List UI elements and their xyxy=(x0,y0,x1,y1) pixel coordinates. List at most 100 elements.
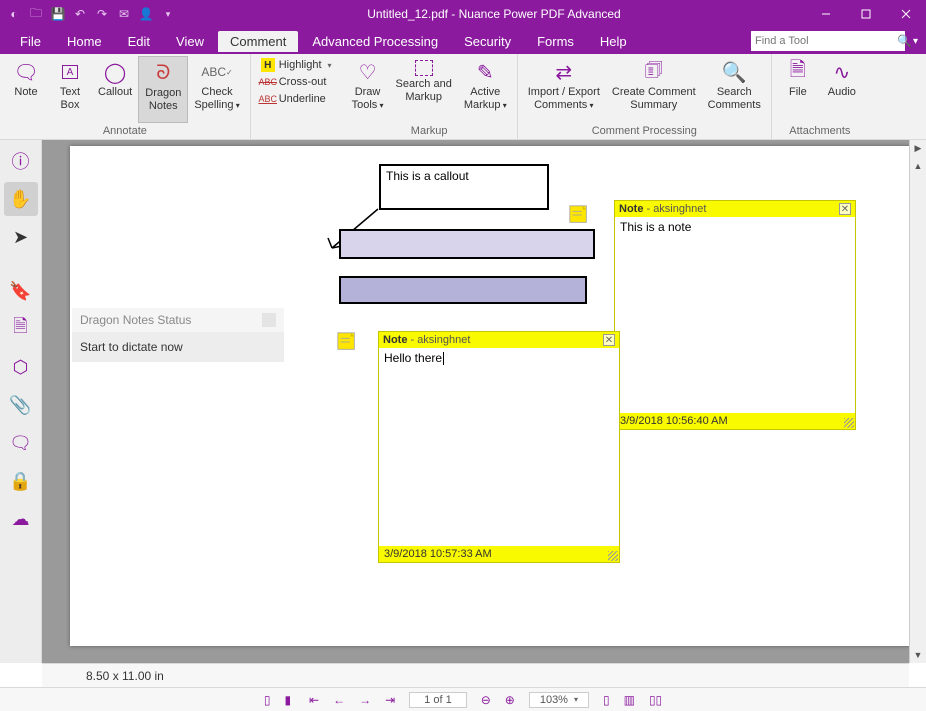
menu-file[interactable]: File xyxy=(8,31,53,52)
callout-annotation[interactable]: This is a callout xyxy=(379,164,549,210)
title-bar: ◐ 🗀 💾 ↶ ↷ ✉ 👤 ▾ Untitled_12.pdf - Nuance… xyxy=(0,0,926,28)
note-popup-2-close-button[interactable]: ✕ xyxy=(603,334,615,346)
first-page-button[interactable]: ⇤ xyxy=(305,691,323,709)
audio-attachment-button[interactable]: ∿ Audio xyxy=(820,56,864,123)
ribbon-group-annotate: 🗨 Note A Text Box ◯ Callout ᘐ Dragon Not… xyxy=(0,54,251,139)
search-comments-button[interactable]: 🔍 Search Comments xyxy=(702,56,767,123)
callout-icon: ◯ xyxy=(103,60,127,84)
maximize-button[interactable] xyxy=(846,0,886,28)
menu-home[interactable]: Home xyxy=(55,31,114,52)
underline-icon: ABC xyxy=(261,92,275,106)
cloud-panel-button[interactable]: ☁ xyxy=(4,502,38,536)
pages-panel-button[interactable]: 🗎 xyxy=(4,312,38,346)
last-page-button[interactable]: ⇥ xyxy=(381,691,399,709)
dragon-notes-panel: Dragon Notes Status Start to dictate now xyxy=(72,308,284,362)
import-export-icon: ⇄ xyxy=(552,60,576,84)
menu-advanced[interactable]: Advanced Processing xyxy=(300,31,450,52)
fit-width-button[interactable]: ▯ xyxy=(260,691,275,709)
rectangle-annotation-2[interactable] xyxy=(339,276,587,304)
note-popup-1-resize-handle[interactable] xyxy=(844,418,854,428)
draw-tools-icon: ♡ xyxy=(356,60,380,84)
zoom-level-box[interactable]: 103%▾ xyxy=(529,692,589,708)
highlight-button[interactable]: HHighlight▾ xyxy=(261,58,332,72)
menu-help[interactable]: Help xyxy=(588,31,639,52)
ribbon-collapse-icon[interactable]: ▾ xyxy=(913,36,918,47)
close-button[interactable] xyxy=(886,0,926,28)
scroll-track[interactable] xyxy=(910,157,926,646)
qat-more-icon[interactable]: ▾ xyxy=(160,6,176,22)
user-icon[interactable]: 👤 xyxy=(138,6,154,22)
menu-forms[interactable]: Forms xyxy=(525,31,586,52)
draw-tools-button[interactable]: ♡ Draw Tools ▾ xyxy=(346,56,390,123)
fit-page-button[interactable]: ▮ xyxy=(280,691,295,709)
callout-text: This is a callout xyxy=(386,169,469,183)
note-popup-2-resize-handle[interactable] xyxy=(608,551,618,561)
import-export-comments-button[interactable]: ⇄ Import / Export Comments ▾ xyxy=(522,56,606,123)
pdf-page[interactable]: This is a callout Note - aksinghnet ✕ Th… xyxy=(70,146,910,646)
create-comment-summary-button[interactable]: 🗊 Create Comment Summary xyxy=(606,56,702,123)
note-popup-1-header[interactable]: Note - aksinghnet ✕ xyxy=(615,201,855,217)
textbox-button[interactable]: A Text Box xyxy=(48,56,92,123)
active-markup-button[interactable]: ✎ Active Markup ▾ xyxy=(458,56,513,123)
security-panel-button[interactable]: 🔒 xyxy=(4,464,38,498)
find-tool-search[interactable]: 🔍 xyxy=(751,31,905,51)
check-spelling-button[interactable]: ABC✓ Check Spelling ▾ xyxy=(188,56,245,123)
underline-button[interactable]: ABCUnderline xyxy=(261,92,332,106)
document-canvas[interactable]: This is a callout Note - aksinghnet ✕ Th… xyxy=(42,140,926,663)
note-popup-1-close-button[interactable]: ✕ xyxy=(839,203,851,215)
mail-icon[interactable]: ✉ xyxy=(116,6,132,22)
callout-button[interactable]: ◯ Callout xyxy=(92,56,138,123)
menu-edit[interactable]: Edit xyxy=(116,31,162,52)
vertical-scrollbar[interactable]: ▶ ▲ ▼ xyxy=(909,140,926,663)
menu-security[interactable]: Security xyxy=(452,31,523,52)
search-markup-button[interactable]: Search and Markup xyxy=(390,56,458,123)
single-page-view-button[interactable]: ▯ xyxy=(599,691,614,709)
workspace: ⓘ ✋ ➤ 🔖 🗎 ⬡ 📎 🗨 🔒 ☁ This is a callout xyxy=(0,140,926,663)
search-icon[interactable]: 🔍 xyxy=(897,34,912,48)
hand-tool-button[interactable]: ✋ xyxy=(4,182,38,216)
zoom-out-button[interactable]: ⊖ xyxy=(477,691,495,709)
note-popup-1-body[interactable]: This is a note xyxy=(615,217,855,413)
menu-view[interactable]: View xyxy=(164,31,216,52)
find-tool-input[interactable] xyxy=(755,35,897,47)
dragon-panel-box-icon[interactable] xyxy=(262,313,276,327)
save-icon[interactable]: 💾 xyxy=(50,6,66,22)
comments-panel-button[interactable]: 🗨 xyxy=(4,426,38,460)
open-icon[interactable]: 🗀 xyxy=(28,6,44,22)
note-button[interactable]: 🗨 Note xyxy=(4,56,48,123)
select-tool-button[interactable]: ➤ xyxy=(4,220,38,254)
page-number-box[interactable]: 1 of 1 xyxy=(409,692,467,708)
scroll-down-icon[interactable]: ▼ xyxy=(910,646,926,663)
window-title: Untitled_12.pdf - Nuance Power PDF Advan… xyxy=(182,7,806,21)
undo-icon[interactable]: ↶ xyxy=(72,6,88,22)
file-attachment-button[interactable]: 🗎 File xyxy=(776,56,820,123)
sticky-note-icon-2[interactable] xyxy=(336,331,358,353)
stamps-panel-button[interactable]: ⬡ xyxy=(4,350,38,384)
left-panel-bar: ⓘ ✋ ➤ 🔖 🗎 ⬡ 📎 🗨 🔒 ☁ xyxy=(0,140,42,663)
ribbon-group-comment-processing: ⇄ Import / Export Comments ▾ 🗊 Create Co… xyxy=(518,54,772,139)
minimize-button[interactable] xyxy=(806,0,846,28)
rectangle-annotation-1[interactable] xyxy=(339,229,595,259)
continuous-view-button[interactable]: ▥ xyxy=(620,691,639,709)
menu-comment[interactable]: Comment xyxy=(218,31,298,52)
active-markup-icon: ✎ xyxy=(473,60,497,84)
search-comments-icon: 🔍 xyxy=(722,60,746,84)
info-panel-button[interactable]: ⓘ xyxy=(4,144,38,178)
scroll-right-icon[interactable]: ▶ xyxy=(910,140,926,157)
prev-page-button[interactable]: ← xyxy=(329,691,349,709)
facing-view-button[interactable]: ▯▯ xyxy=(645,691,666,709)
dragon-icon: ᘐ xyxy=(151,61,175,85)
next-page-button[interactable]: → xyxy=(355,691,375,709)
note-popup-2-header[interactable]: Note - aksinghnet ✕ xyxy=(379,332,619,348)
zoom-in-button[interactable]: ⊕ xyxy=(501,691,519,709)
dragon-notes-button[interactable]: ᘐ Dragon Notes xyxy=(138,56,188,123)
page-dimensions-bar: 8.50 x 11.00 in xyxy=(42,663,909,687)
redo-icon[interactable]: ↷ xyxy=(94,6,110,22)
attachments-panel-button[interactable]: 📎 xyxy=(4,388,38,422)
bookmarks-panel-button[interactable]: 🔖 xyxy=(4,274,38,308)
note-popup-2[interactable]: Note - aksinghnet ✕ Hello there 3/9/2018… xyxy=(378,331,620,563)
crossout-button[interactable]: ABCCross-out xyxy=(261,75,332,89)
sticky-note-icon-1[interactable] xyxy=(568,204,590,226)
note-popup-2-body[interactable]: Hello there xyxy=(379,348,619,546)
note-popup-1[interactable]: Note - aksinghnet ✕ This is a note 3/9/2… xyxy=(614,200,856,430)
